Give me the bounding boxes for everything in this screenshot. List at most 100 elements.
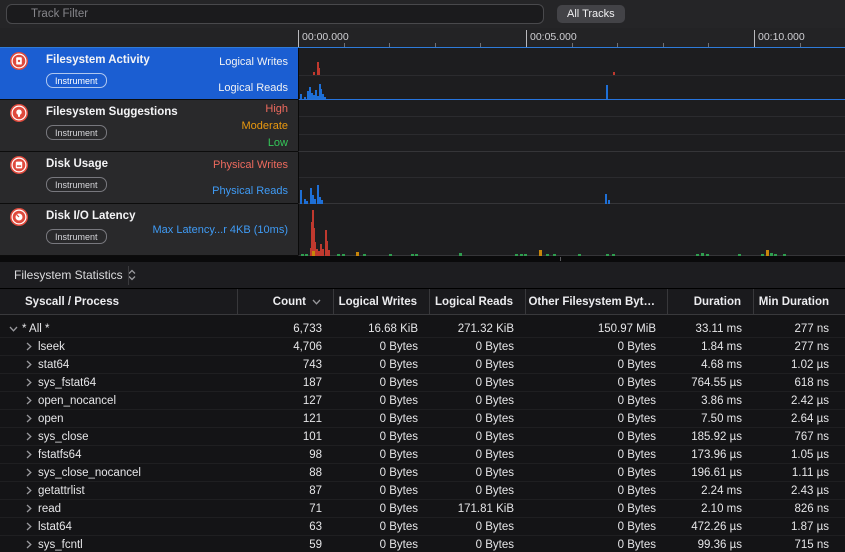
table-row-lseek[interactable]: lseek4,7060 Bytes0 Bytes0 Bytes1.84 ms27… bbox=[0, 338, 845, 356]
stats-table-body: * All *6,73316.68 KiB271.32 KiB150.97 Mi… bbox=[0, 315, 845, 552]
chevron-right-icon[interactable] bbox=[24, 504, 34, 513]
value-cell: 88 bbox=[238, 467, 334, 479]
syscall-name: fstatfs64 bbox=[38, 449, 81, 461]
chart-row-filesystem-suggestions-2[interactable] bbox=[299, 135, 845, 152]
track-chart-disk-usage[interactable] bbox=[298, 152, 845, 204]
table-row-all[interactable]: * All *6,73316.68 KiB271.32 KiB150.97 Mi… bbox=[0, 320, 845, 338]
table-row-open-nocancel[interactable]: open_nocancel1270 Bytes0 Bytes0 Bytes3.8… bbox=[0, 392, 845, 410]
chevron-right-icon[interactable] bbox=[24, 468, 34, 477]
chart-row-filesystem-activity-1[interactable] bbox=[299, 76, 845, 100]
column-header-syscall-process[interactable]: Syscall / Process bbox=[0, 289, 238, 314]
pane-resize-handle[interactable] bbox=[560, 257, 561, 261]
chevron-right-icon[interactable] bbox=[24, 414, 34, 423]
toolbar-separator bbox=[128, 266, 129, 285]
value-cell: 0 Bytes bbox=[526, 395, 668, 407]
value-cell: 71 bbox=[238, 503, 334, 515]
chart-row-filesystem-suggestions-0[interactable] bbox=[299, 100, 845, 117]
statistics-selector[interactable]: Filesystem Statistics bbox=[8, 262, 142, 288]
value-cell: 87 bbox=[238, 485, 334, 497]
syscall-name: getattrlist bbox=[38, 485, 85, 497]
table-row-open[interactable]: open1210 Bytes0 Bytes0 Bytes7.50 ms2.64 … bbox=[0, 410, 845, 428]
track-title: Filesystem Suggestions bbox=[46, 106, 178, 118]
instrument-badge: Instrument bbox=[46, 73, 107, 88]
series-label-physical-reads: Physical Reads bbox=[212, 185, 288, 197]
column-header-logical-writes[interactable]: Logical Writes bbox=[334, 289, 430, 314]
track-chart-filesystem-activity[interactable] bbox=[298, 48, 845, 100]
table-row-getattrlist[interactable]: getattrlist870 Bytes0 Bytes0 Bytes2.24 m… bbox=[0, 482, 845, 500]
syscall-cell: open bbox=[0, 413, 238, 425]
chevron-right-icon[interactable] bbox=[24, 396, 34, 405]
value-cell: 6,733 bbox=[238, 323, 334, 335]
value-cell: 2.64 µs bbox=[754, 413, 845, 425]
all-tracks-button[interactable]: All Tracks bbox=[557, 5, 625, 23]
syscall-name: open bbox=[38, 413, 64, 425]
chart-row-disk-usage-1[interactable] bbox=[299, 178, 845, 204]
value-cell: 0 Bytes bbox=[334, 539, 430, 551]
table-row-sys-fstat64[interactable]: sys_fstat641870 Bytes0 Bytes0 Bytes764.5… bbox=[0, 374, 845, 392]
syscall-cell: * All * bbox=[0, 323, 238, 335]
chevron-right-icon[interactable] bbox=[24, 540, 34, 549]
value-cell: 0 Bytes bbox=[334, 359, 430, 371]
column-header-min-duration[interactable]: Min Duration bbox=[754, 289, 845, 314]
syscall-cell: fstatfs64 bbox=[0, 449, 238, 461]
table-row-lstat64[interactable]: lstat64630 Bytes0 Bytes0 Bytes472.26 µs1… bbox=[0, 518, 845, 536]
track-chart-disk-i-o-latency[interactable] bbox=[298, 204, 845, 256]
syscall-cell: sys_fcntl bbox=[0, 539, 238, 551]
table-row-fstatfs64[interactable]: fstatfs64980 Bytes0 Bytes0 Bytes173.96 µ… bbox=[0, 446, 845, 464]
value-cell: 0 Bytes bbox=[526, 449, 668, 461]
table-row-sys-close-nocancel[interactable]: sys_close_nocancel880 Bytes0 Bytes0 Byte… bbox=[0, 464, 845, 482]
column-header-duration[interactable]: Duration bbox=[668, 289, 754, 314]
chevron-right-icon[interactable] bbox=[24, 522, 34, 531]
chart-spike bbox=[322, 249, 324, 256]
value-cell: 764.55 µs bbox=[668, 377, 754, 389]
chevron-right-icon[interactable] bbox=[24, 486, 34, 495]
track-header-filesystem-activity[interactable]: Filesystem ActivityInstrumentLogical Wri… bbox=[0, 48, 298, 100]
track-header-disk-i-o-latency[interactable]: Disk I/O LatencyInstrumentMax Latency...… bbox=[0, 204, 298, 256]
column-header-other-filesystem-byt[interactable]: Other Filesystem Byt… bbox=[526, 289, 668, 314]
chevron-down-icon[interactable] bbox=[8, 326, 18, 332]
value-cell: 59 bbox=[238, 539, 334, 551]
chart-row-filesystem-suggestions-1[interactable] bbox=[299, 117, 845, 134]
instrument-badge: Instrument bbox=[46, 177, 107, 192]
filter-bar: All Tracks bbox=[0, 0, 845, 29]
table-row-sys-fcntl[interactable]: sys_fcntl590 Bytes0 Bytes0 Bytes99.36 µs… bbox=[0, 536, 845, 552]
value-cell: 0 Bytes bbox=[526, 413, 668, 425]
value-cell: 0 Bytes bbox=[526, 539, 668, 551]
chart-row-disk-i-o-latency-0[interactable] bbox=[299, 204, 845, 256]
column-header-logical-reads[interactable]: Logical Reads bbox=[430, 289, 526, 314]
value-cell: 0 Bytes bbox=[334, 431, 430, 443]
chevron-right-icon[interactable] bbox=[24, 432, 34, 441]
value-cell: 0 Bytes bbox=[526, 341, 668, 353]
value-cell: 0 Bytes bbox=[430, 521, 526, 533]
value-cell: 0 Bytes bbox=[526, 521, 668, 533]
track-header-filesystem-suggestions[interactable]: Filesystem SuggestionsInstrumentHighMode… bbox=[0, 100, 298, 152]
value-cell: 0 Bytes bbox=[526, 467, 668, 479]
series-label-max-latency-r-4kb-10ms: Max Latency...r 4KB (10ms) bbox=[152, 224, 288, 236]
timeline-ruler[interactable]: 00:00.00000:05.00000:10.000 bbox=[0, 28, 845, 48]
track-header-disk-usage[interactable]: Disk UsageInstrumentPhysical WritesPhysi… bbox=[0, 152, 298, 204]
syscall-cell: lseek bbox=[0, 341, 238, 353]
track-chart-filesystem-suggestions[interactable] bbox=[298, 100, 845, 152]
table-row-stat64[interactable]: stat647430 Bytes0 Bytes0 Bytes4.68 ms1.0… bbox=[0, 356, 845, 374]
chevron-right-icon[interactable] bbox=[24, 378, 34, 387]
track-filter-input[interactable] bbox=[6, 4, 544, 24]
value-cell: 715 ns bbox=[754, 539, 845, 551]
value-cell: 16.68 KiB bbox=[334, 323, 430, 335]
series-label-moderate: Moderate bbox=[242, 120, 288, 132]
value-cell: 0 Bytes bbox=[430, 485, 526, 497]
chart-row-filesystem-activity-0[interactable] bbox=[299, 48, 845, 76]
syscall-cell: open_nocancel bbox=[0, 395, 238, 407]
value-cell: 0 Bytes bbox=[334, 449, 430, 461]
chevron-right-icon[interactable] bbox=[24, 342, 34, 351]
value-cell: 0 Bytes bbox=[334, 503, 430, 515]
table-row-sys-close[interactable]: sys_close1010 Bytes0 Bytes0 Bytes185.92 … bbox=[0, 428, 845, 446]
chart-row-disk-usage-0[interactable] bbox=[299, 152, 845, 178]
column-header-label: Other Filesystem Byt… bbox=[528, 296, 655, 308]
table-row-read[interactable]: read710 Bytes171.81 KiB0 Bytes2.10 ms826… bbox=[0, 500, 845, 518]
column-header-count[interactable]: Count bbox=[238, 289, 334, 314]
series-label-physical-writes: Physical Writes bbox=[213, 159, 288, 171]
chevron-right-icon[interactable] bbox=[24, 360, 34, 369]
value-cell: 185.92 µs bbox=[668, 431, 754, 443]
chevron-right-icon[interactable] bbox=[24, 450, 34, 459]
value-cell: 150.97 MiB bbox=[526, 323, 668, 335]
